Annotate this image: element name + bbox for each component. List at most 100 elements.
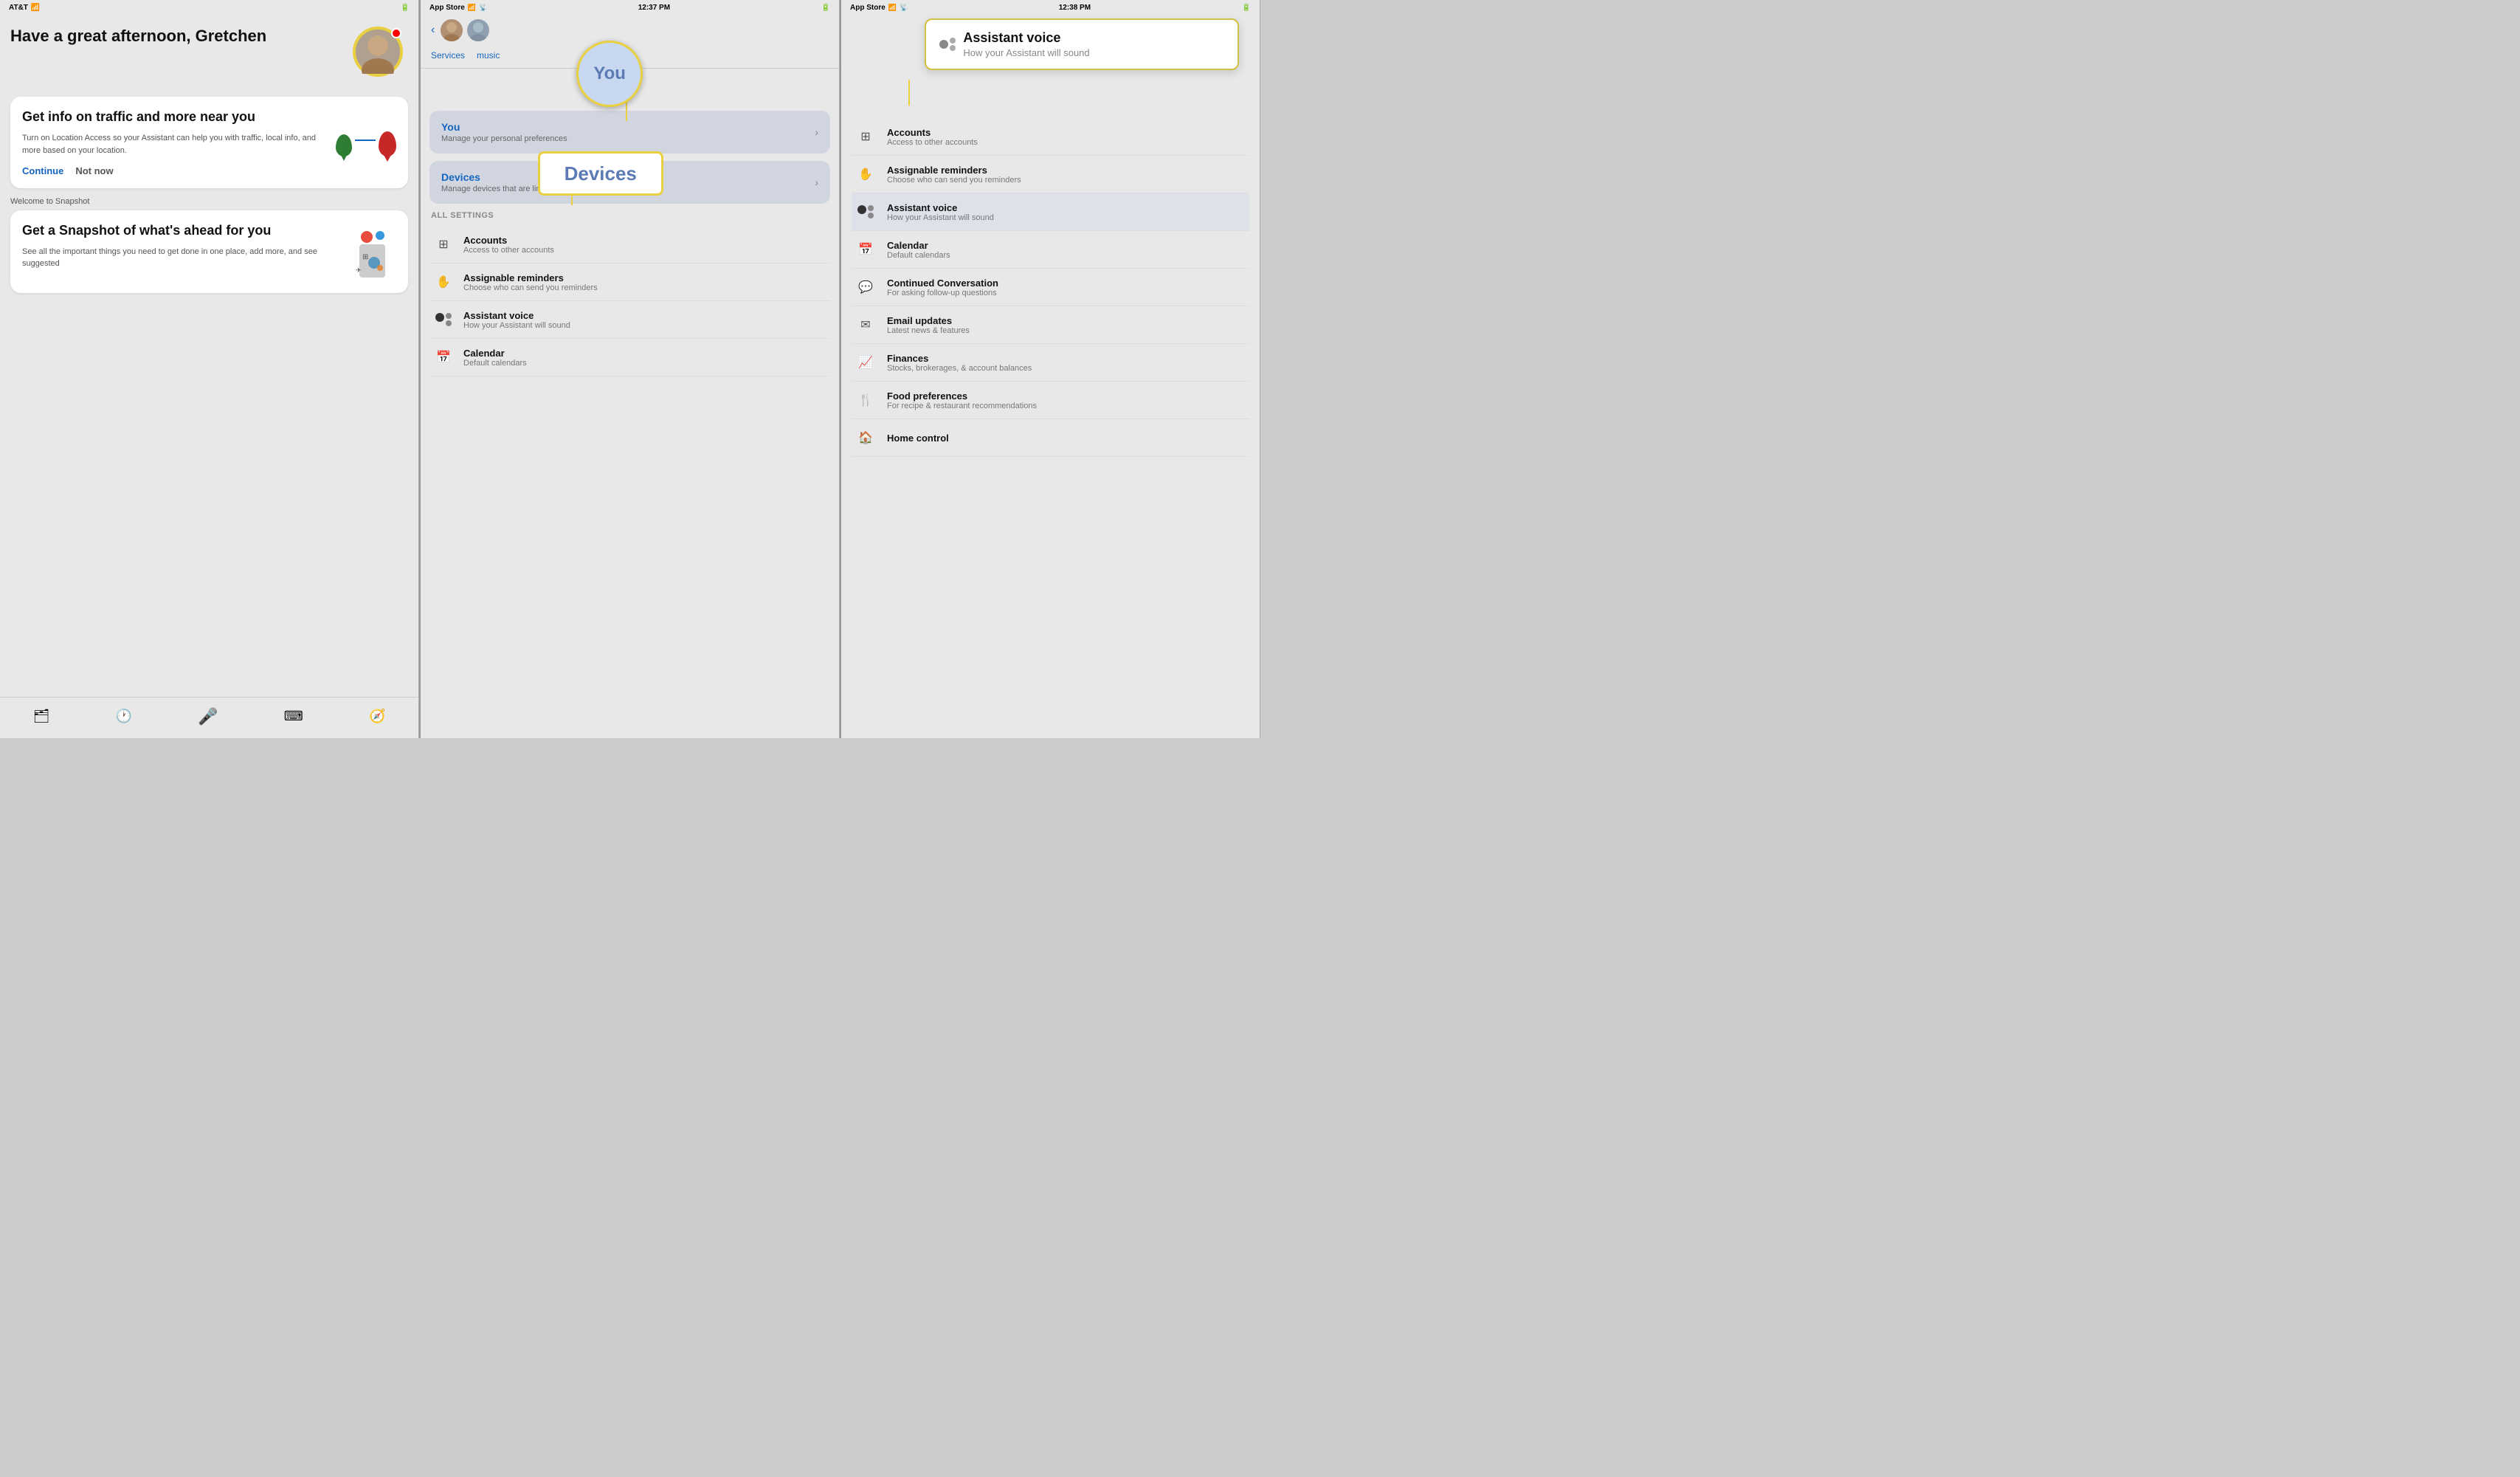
voice-dots <box>435 313 452 326</box>
p3-reminders-icon: ✋ <box>855 163 877 185</box>
you-chevron-icon: › <box>815 126 818 138</box>
connector-voice-tooltip <box>908 80 910 106</box>
svg-text:⊞: ⊞ <box>362 253 368 261</box>
p3-voice-dot-1 <box>857 205 866 214</box>
battery-icon-2: 🔋 <box>821 4 830 12</box>
you-section-card[interactable]: You Manage your personal preferences › <box>429 111 830 154</box>
signal-icon-3: 📶 <box>888 4 897 12</box>
snapshot-card: Get a Snapshot of what's ahead for you S… <box>10 210 408 293</box>
tooltip-title: Assistant voice <box>963 30 1089 46</box>
settings-item-accounts[interactable]: ⊞ Accounts Access to other accounts <box>429 226 830 264</box>
snapshot-body: See all the important things you need to… <box>22 246 352 270</box>
back-button[interactable]: ‹ <box>431 24 435 37</box>
nav-explore[interactable]: 🧭 <box>369 709 385 724</box>
p3-accounts-sub: Access to other accounts <box>887 138 1246 147</box>
location-card-body: Turn on Location Access so your Assistan… <box>22 131 396 156</box>
p3-settings-finances[interactable]: 📈 Finances Stocks, brokerages, & account… <box>852 344 1249 382</box>
p3-email-title: Email updates <box>887 315 1246 326</box>
nav-mic[interactable]: 🎤 <box>198 707 218 726</box>
location-card-title: Get info on traffic and more near you <box>22 109 396 125</box>
voice-icon <box>432 309 455 331</box>
accounts-icon: ⊞ <box>432 233 455 255</box>
nav-recent[interactable]: 🕐 <box>116 709 132 724</box>
p3-home-icon: 🏠 <box>855 427 877 449</box>
p3-settings-calendar[interactable]: 📅 Calendar Default calendars <box>852 231 1249 269</box>
snapshot-nav-icon: 🗂 <box>33 709 50 724</box>
p3-settings-reminders[interactable]: ✋ Assignable reminders Choose who can se… <box>852 156 1249 193</box>
p3-food-sub: For recipe & restaurant recommendations <box>887 402 1246 410</box>
settings-item-voice[interactable]: Assistant voice How your Assistant will … <box>429 301 830 339</box>
p3-voice-dot-3 <box>868 213 874 218</box>
snapshot-svg: ⊞ ✈ <box>352 222 396 281</box>
p3-voice-title: Assistant voice <box>887 202 1246 213</box>
p3-settings-home[interactable]: 🏠 Home control <box>852 419 1249 457</box>
voice-dot-s2 <box>950 45 956 51</box>
nav-keyboard[interactable]: ⌨ <box>284 709 303 724</box>
status-bar-2: App Store 📶 📡 12:37 PM 🔋 <box>421 0 839 15</box>
assistant-voice-icon <box>939 38 956 51</box>
bottom-nav: 🗂 🕐 🎤 ⌨ 🧭 <box>0 697 418 738</box>
you-annotation-bubble: You <box>576 41 643 107</box>
voice-dot-big <box>939 40 948 49</box>
avatar-large[interactable] <box>353 27 403 77</box>
greeting-title: Have a great afternoon, Gretchen <box>10 27 353 46</box>
p3-finances-sub: Stocks, brokerages, & account balances <box>887 364 1246 373</box>
nav-snapshot[interactable]: 🗂 <box>33 709 50 724</box>
p3-accounts-title: Accounts <box>887 127 1246 138</box>
p3-voice-info: Assistant voice How your Assistant will … <box>887 202 1246 222</box>
p3-settings-accounts[interactable]: ⊞ Accounts Access to other accounts <box>852 118 1249 156</box>
recent-nav-icon: 🕐 <box>116 709 132 724</box>
keyboard-nav-icon: ⌨ <box>284 709 303 724</box>
p3-reminders-info: Assignable reminders Choose who can send… <box>887 165 1246 185</box>
p3-calendar-icon: 📅 <box>855 238 877 261</box>
you-section-title: You <box>441 121 567 133</box>
continue-button[interactable]: Continue <box>22 165 63 176</box>
services-link[interactable]: Services <box>431 50 465 61</box>
panel1-greeting: Have a great afternoon, Gretchen <box>10 27 353 46</box>
p3-reminders-title: Assignable reminders <box>887 165 1246 176</box>
p3-finances-icon: 📈 <box>855 351 877 373</box>
calendar-sub: Default calendars <box>463 359 827 368</box>
p3-calendar-info: Calendar Default calendars <box>887 240 1246 260</box>
settings-item-calendar[interactable]: 📅 Calendar Default calendars <box>429 339 830 376</box>
not-now-button[interactable]: Not now <box>75 165 113 176</box>
settings-item-reminders[interactable]: ✋ Assignable reminders Choose who can se… <box>429 264 830 301</box>
p3-accounts-icon: ⊞ <box>855 125 877 148</box>
reminders-sub: Choose who can send you reminders <box>463 283 827 292</box>
you-section-info: You Manage your personal preferences <box>441 121 567 143</box>
p3-settings-email[interactable]: ✉ Email updates Latest news & features <box>852 306 1249 344</box>
p3-home-title: Home control <box>887 433 1246 444</box>
wifi-icon-2: 📡 <box>479 4 487 12</box>
p3-settings-conversation[interactable]: 💬 Continued Conversation For asking foll… <box>852 269 1249 306</box>
avatar-1 <box>441 19 463 41</box>
p3-conversation-title: Continued Conversation <box>887 278 1246 289</box>
devices-annotation-box: Devices <box>538 151 663 196</box>
p3-home-info: Home control <box>887 433 1246 444</box>
location-illustration <box>336 131 396 156</box>
music-link[interactable]: music <box>477 50 500 61</box>
voice-dot-3 <box>446 320 452 326</box>
avatar-highlight-area <box>353 27 408 82</box>
snapshot-illustration: ⊞ ✈ <box>352 222 396 281</box>
tooltip-text: Assistant voice How your Assistant will … <box>963 30 1089 58</box>
avatar-row <box>441 19 829 41</box>
panel-2: App Store 📶 📡 12:37 PM 🔋 ‹ <box>421 0 840 738</box>
panel1-content: Have a great afternoon, Gretchen Get inf… <box>0 15 418 697</box>
p3-conversation-info: Continued Conversation For asking follow… <box>887 278 1246 297</box>
p3-reminders-sub: Choose who can send you reminders <box>887 176 1246 185</box>
voice-dot-1 <box>435 313 444 322</box>
p3-voice-icon <box>855 201 877 223</box>
devices-chevron-icon: › <box>815 176 818 188</box>
accounts-sub: Access to other accounts <box>463 246 827 255</box>
location-card: Get info on traffic and more near you Tu… <box>10 97 408 188</box>
accounts-title: Accounts <box>463 235 827 246</box>
p3-settings-voice[interactable]: Assistant voice How your Assistant will … <box>852 193 1249 231</box>
p3-settings-food[interactable]: 🍴 Food preferences For recipe & restaura… <box>852 382 1249 419</box>
voice-info: Assistant voice How your Assistant will … <box>463 310 827 330</box>
battery-icon: 🔋 <box>401 4 410 12</box>
calendar-title: Calendar <box>463 348 827 359</box>
snapshot-text-area: Get a Snapshot of what's ahead for you S… <box>22 222 352 269</box>
p3-food-icon: 🍴 <box>855 389 877 411</box>
panel3-settings-list: ⊞ Accounts Access to other accounts ✋ As… <box>841 111 1260 464</box>
panel-1: AT&T 📶 🔋 Have a great afternoon, Gretche… <box>0 0 419 738</box>
